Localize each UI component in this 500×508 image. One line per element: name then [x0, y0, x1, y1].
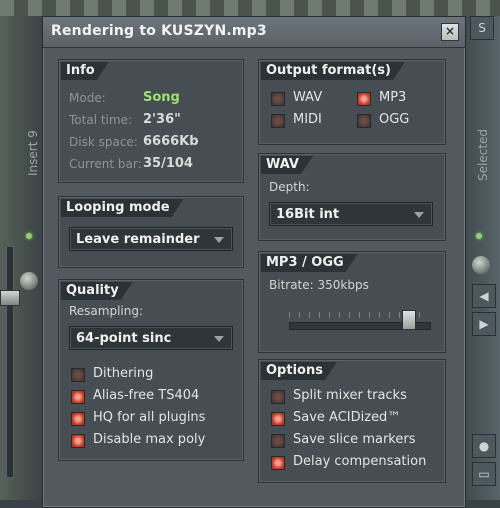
- wav-header: WAV: [261, 156, 313, 174]
- delay-compensation-label: Delay compensation: [293, 454, 427, 469]
- mode-label: Mode:: [69, 91, 106, 105]
- resampling-label: Resampling:: [69, 304, 144, 318]
- mixer-slot-button[interactable]: S: [470, 16, 494, 40]
- background-mixer-strip: [0, 0, 500, 16]
- looping-mode-value: Leave remainder: [76, 232, 200, 247]
- dithering-checkbox[interactable]: [71, 368, 85, 382]
- bit-depth-dropdown[interactable]: 16Bit int: [269, 202, 433, 226]
- output-formats-header: Output format(s): [261, 62, 405, 80]
- hq-plugins-checkbox[interactable]: [71, 412, 85, 426]
- split-mixer-tracks-checkbox[interactable]: [271, 390, 285, 404]
- mp3-ogg-panel: MP3 / OGG Bitrate: 350kbps: [258, 251, 446, 353]
- mp3-format-label: MP3: [379, 90, 407, 105]
- delay-compensation-checkbox[interactable]: [271, 456, 285, 470]
- route-button[interactable]: ▶: [472, 312, 496, 336]
- split-mixer-tracks-label: Split mixer tracks: [293, 388, 407, 403]
- track-led-icon: [476, 233, 482, 239]
- close-button[interactable]: ×: [441, 23, 459, 41]
- mp3-ogg-header: MP3 / OGG: [261, 254, 358, 272]
- ogg-format-label: OGG: [379, 112, 410, 127]
- looping-mode-header: Looping mode: [61, 199, 184, 217]
- save-slice-markers-checkbox[interactable]: [271, 434, 285, 448]
- record-button[interactable]: ●: [472, 434, 496, 458]
- options-panel: Options Split mixer tracks Save ACIDized…: [258, 359, 446, 483]
- bitrate-slider-handle[interactable]: [402, 310, 417, 330]
- send-knob[interactable]: [472, 256, 490, 274]
- save-slice-markers-label: Save slice markers: [293, 432, 416, 447]
- midi-format-label: MIDI: [293, 112, 322, 127]
- save-acidized-label: Save ACIDized™: [293, 410, 401, 425]
- options-header: Options: [261, 362, 337, 380]
- disk-space-value: 6666Kb: [143, 134, 199, 149]
- current-bar-value: 35/104: [143, 156, 193, 171]
- volume-fader-handle[interactable]: [0, 290, 20, 306]
- wav-panel: WAV Depth: 16Bit int: [258, 153, 446, 241]
- ogg-format-checkbox[interactable]: [357, 114, 371, 128]
- output-formats-panel: Output format(s) WAV MP3 MIDI OGG: [258, 59, 446, 145]
- mp3-format-checkbox[interactable]: [357, 92, 371, 106]
- total-time-value: 2'36": [143, 112, 181, 127]
- depth-label: Depth:: [269, 180, 310, 194]
- save-acidized-checkbox[interactable]: [271, 412, 285, 426]
- quality-header: Quality: [61, 282, 133, 300]
- volume-fader-track[interactable]: [6, 246, 14, 478]
- background-right-panel: S Selected ◀ ▶ ● ▭: [462, 16, 500, 500]
- looping-mode-panel: Looping mode Leave remainder: [58, 196, 244, 268]
- chevron-down-icon: [414, 212, 424, 218]
- resampling-value: 64-point sinc: [76, 331, 172, 346]
- total-time-label: Total time:: [69, 113, 132, 127]
- alias-free-label: Alias-free TS404: [93, 388, 200, 403]
- track-led-icon: [26, 233, 32, 239]
- insert-track-label: Insert 9: [26, 130, 40, 176]
- background-left-panel: Insert 9: [0, 16, 42, 500]
- info-panel: Info Mode: Song Total time: 2'36" Disk s…: [58, 59, 244, 183]
- info-header: Info: [61, 62, 109, 80]
- chevron-down-icon: [214, 237, 224, 243]
- midi-format-checkbox[interactable]: [271, 114, 285, 128]
- wav-format-checkbox[interactable]: [271, 92, 285, 106]
- wav-format-label: WAV: [293, 90, 323, 105]
- bit-depth-value: 16Bit int: [276, 207, 340, 222]
- mode-value: Song: [143, 90, 180, 105]
- rendering-dialog: Rendering to KUSZYN.mp3 × Info Mode: Son…: [42, 16, 466, 508]
- bitrate-label: Bitrate: 350kbps: [269, 278, 369, 292]
- looping-mode-dropdown[interactable]: Leave remainder: [69, 227, 233, 251]
- disable-max-poly-label: Disable max poly: [93, 432, 206, 447]
- alias-free-checkbox[interactable]: [71, 390, 85, 404]
- quality-panel: Quality Resampling: 64-point sinc Dither…: [58, 279, 244, 461]
- chevron-down-icon: [214, 336, 224, 342]
- disk-space-label: Disk space:: [69, 135, 138, 149]
- current-bar-label: Current bar:: [69, 157, 142, 171]
- hq-plugins-label: HQ for all plugins: [93, 410, 206, 425]
- dialog-title: Rendering to KUSZYN.mp3: [51, 23, 267, 39]
- link-button[interactable]: ◀: [472, 284, 496, 308]
- selected-track-label: Selected: [476, 128, 490, 181]
- dithering-label: Dithering: [93, 366, 154, 381]
- dialog-titlebar[interactable]: Rendering to KUSZYN.mp3 ×: [43, 17, 465, 48]
- disk-button[interactable]: ▭: [472, 462, 496, 486]
- resampling-dropdown[interactable]: 64-point sinc: [69, 326, 233, 350]
- disable-max-poly-checkbox[interactable]: [71, 434, 85, 448]
- pan-knob[interactable]: [20, 272, 38, 290]
